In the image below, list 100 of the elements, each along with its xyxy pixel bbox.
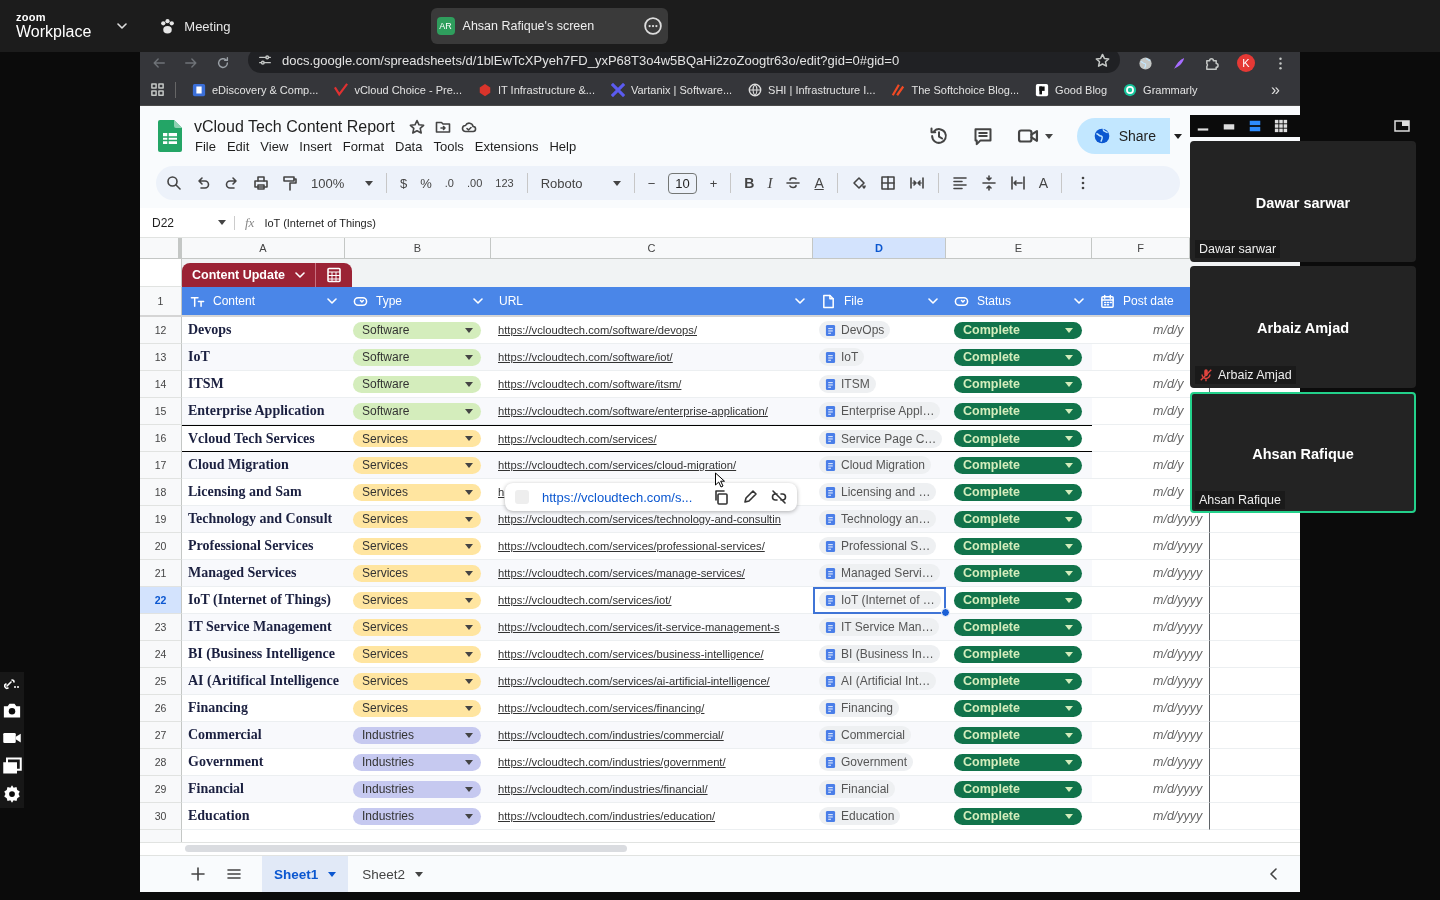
- table-cell[interactable]: Financial: [813, 776, 946, 803]
- currency-button[interactable]: $: [400, 175, 408, 191]
- site-info-icon[interactable]: [258, 53, 272, 67]
- menu-item[interactable]: Help: [549, 137, 583, 155]
- apps-icon[interactable]: [150, 82, 165, 97]
- bookmark[interactable]: eDiscovery & Comp...: [184, 82, 327, 97]
- link[interactable]: https://vcloudtech.com/s...: [542, 489, 700, 505]
- status-chip[interactable]: Complete: [954, 430, 1082, 447]
- row-number[interactable]: 19: [140, 506, 182, 533]
- search-icon[interactable]: [166, 175, 182, 191]
- bookmark[interactable]: vCloud Choice - Pre...: [326, 82, 470, 97]
- table-cell[interactable]: BI (Business In…: [813, 641, 946, 668]
- status-chip[interactable]: Complete: [954, 591, 1082, 609]
- globe-icon[interactable]: [1138, 55, 1153, 71]
- increase-decimal-button[interactable]: .00: [467, 177, 483, 189]
- link[interactable]: https://vcloudtech.com/services/cloud-migration/: [498, 459, 737, 471]
- column-header[interactable]: B: [345, 238, 491, 259]
- bold-button[interactable]: B: [744, 175, 755, 191]
- row-number[interactable]: 12: [140, 317, 182, 344]
- bookmark[interactable]: IT Infrastructure &...: [470, 82, 603, 97]
- row-number[interactable]: 21: [140, 560, 182, 587]
- type-chip[interactable]: Industries: [353, 807, 481, 825]
- percent-button[interactable]: %: [420, 175, 432, 191]
- zoom-dropdown[interactable]: 100%: [311, 175, 373, 191]
- gallery-view-icon[interactable]: [1274, 119, 1288, 133]
- unlink-icon[interactable]: [771, 489, 787, 505]
- file-chip[interactable]: BI (Business In…: [819, 645, 940, 663]
- link[interactable]: https://vcloudtech.com/industries/financial/: [498, 783, 708, 795]
- header-cell[interactable]: Type: [345, 287, 491, 315]
- file-chip[interactable]: Financial: [819, 780, 896, 798]
- row-number[interactable]: 24: [140, 641, 182, 668]
- type-chip[interactable]: Software: [353, 321, 481, 339]
- increase-font-button[interactable]: +: [709, 175, 718, 191]
- bookmark[interactable]: SHI | Infrastructure I...: [740, 82, 884, 97]
- table-name-tab[interactable]: Content Update: [182, 263, 353, 287]
- table-cell[interactable]: Professional S…: [813, 533, 946, 560]
- file-chip[interactable]: Education: [819, 807, 901, 825]
- type-chip[interactable]: Services: [353, 483, 481, 501]
- table-cell[interactable]: Cloud Migration: [813, 452, 946, 479]
- link[interactable]: https://vcloudtech.com/software/enterprise-application/: [498, 405, 768, 417]
- print-icon[interactable]: [253, 175, 269, 191]
- all-sheets-icon[interactable]: [226, 866, 242, 882]
- more-icon[interactable]: [643, 17, 662, 35]
- link[interactable]: https://vcloudtech.com/services/financing/: [498, 702, 705, 714]
- scrollbar-thumb[interactable]: [185, 845, 627, 852]
- extensions-icon[interactable]: [1204, 55, 1219, 71]
- file-chip[interactable]: DevOps: [819, 321, 891, 339]
- decrease-decimal-button[interactable]: .0: [444, 177, 454, 189]
- file-chip[interactable]: IT Service Man…: [819, 618, 940, 636]
- vertical-align-icon[interactable]: [980, 175, 997, 191]
- status-chip[interactable]: Complete: [954, 672, 1082, 690]
- name-box[interactable]: D22: [152, 215, 235, 230]
- table-cell[interactable]: Financing: [813, 695, 946, 722]
- edit-icon[interactable]: [742, 489, 758, 505]
- add-sheet-icon[interactable]: [190, 866, 206, 882]
- caret-icon[interactable]: [1174, 133, 1182, 139]
- type-chip[interactable]: Services: [353, 510, 481, 528]
- share-button[interactable]: Share: [1076, 118, 1170, 154]
- status-chip[interactable]: Complete: [954, 537, 1082, 555]
- menu-item[interactable]: Format: [342, 137, 390, 155]
- file-chip[interactable]: AI (Artificial Int…: [819, 672, 937, 690]
- caret-icon[interactable]: [1044, 133, 1053, 139]
- type-chip[interactable]: Services: [353, 672, 481, 690]
- more-bookmarks-button[interactable]: »: [1271, 80, 1280, 99]
- table-cell[interactable]: IoT: [813, 344, 946, 371]
- bookmark[interactable]: Vartanix | Software...: [603, 82, 741, 97]
- status-chip[interactable]: Complete: [954, 456, 1082, 474]
- header-cell[interactable]: URL: [491, 287, 813, 315]
- bookmark[interactable]: Good Blog: [1027, 82, 1116, 97]
- header-cell[interactable]: File: [813, 287, 946, 315]
- file-chip[interactable]: Technology an…: [819, 510, 937, 528]
- reload-icon[interactable]: [216, 56, 230, 70]
- link[interactable]: https://vcloudtech.com/services/iot/: [498, 594, 672, 606]
- strip-view-icon[interactable]: [1248, 119, 1262, 133]
- file-chip[interactable]: IoT (Internet of …: [819, 591, 941, 609]
- link[interactable]: https://vcloudtech.com/software/iot/: [498, 351, 673, 363]
- row-number[interactable]: 13: [140, 344, 182, 371]
- type-chip[interactable]: Services: [353, 430, 481, 447]
- type-chip[interactable]: Services: [353, 564, 481, 582]
- type-chip[interactable]: Industries: [353, 753, 481, 771]
- type-chip[interactable]: Services: [353, 645, 481, 663]
- link[interactable]: https://vcloudtech.com/industries/education/: [498, 810, 716, 822]
- bookmark[interactable]: Grammarly: [1115, 82, 1206, 97]
- status-chip[interactable]: Complete: [954, 321, 1082, 339]
- column-header[interactable]: E: [946, 238, 1092, 259]
- row-number[interactable]: 17: [140, 452, 182, 479]
- column-header[interactable]: C: [491, 238, 813, 259]
- link[interactable]: https://vcloudtech.com/services/business-intelligence/: [498, 648, 764, 660]
- type-chip[interactable]: Software: [353, 402, 481, 420]
- row-number[interactable]: 20: [140, 533, 182, 560]
- header-cell[interactable]: Status: [946, 287, 1092, 315]
- type-chip[interactable]: Services: [353, 537, 481, 555]
- table-cell[interactable]: Government: [813, 749, 946, 776]
- status-chip[interactable]: Complete: [954, 807, 1082, 825]
- row-number[interactable]: 26: [140, 695, 182, 722]
- document-title[interactable]: vCloud Tech Content Report: [194, 117, 395, 136]
- status-chip[interactable]: Complete: [954, 753, 1082, 771]
- link[interactable]: https://vcloudtech.com/software/itsm/: [498, 378, 682, 390]
- text-color-button[interactable]: A: [814, 175, 824, 191]
- bookmark-star-icon[interactable]: [1095, 52, 1110, 68]
